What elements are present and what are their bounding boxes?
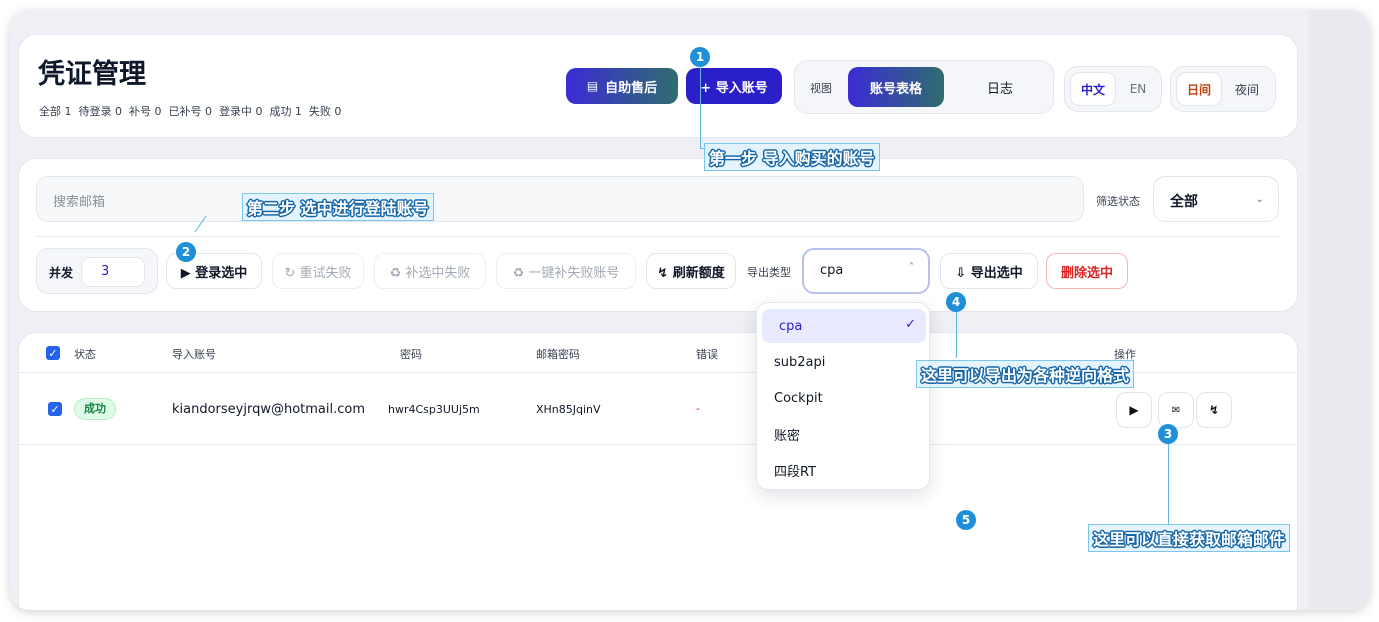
table-row-divider xyxy=(18,444,1298,445)
callout-2: 2 xyxy=(176,242,196,262)
option-sub2api[interactable]: sub2api xyxy=(757,345,929,379)
connector-line xyxy=(956,312,957,358)
chevron-up-icon: ˄ xyxy=(909,262,914,273)
check-icon: ✓ xyxy=(905,317,916,332)
export-type-label: 导出类型 xyxy=(747,266,791,279)
refresh-quota-button[interactable]: ↯ 刷新额度 xyxy=(646,253,736,289)
search-input[interactable]: 搜索邮箱 xyxy=(36,176,1084,222)
refill-selected-failed-button[interactable]: ♻ 补选中失败 xyxy=(374,253,486,289)
annotation-note3: 这里可以直接获取邮箱邮件 xyxy=(1088,524,1291,552)
callout-4: 4 xyxy=(946,292,966,312)
refresh-quota-icon[interactable]: ↯ xyxy=(1196,392,1232,428)
export-type-value: cpa xyxy=(820,263,844,278)
self-service-label: 自助售后 xyxy=(605,80,658,96)
select-all-checkbox[interactable]: ✓ xyxy=(46,346,60,360)
theme-night-button[interactable]: 夜间 xyxy=(1224,72,1270,106)
export-type-select[interactable]: cpa ˄ xyxy=(802,248,930,294)
view-label: 视图 xyxy=(810,82,832,95)
concurrency-value: 3 xyxy=(101,264,110,279)
row-account: kiandorseyjrqw@hotmail.com xyxy=(172,402,366,417)
theme-day-button[interactable]: 日间 xyxy=(1176,72,1222,106)
chevron-down-icon: ⌄ xyxy=(1255,194,1264,205)
callout-3: 3 xyxy=(1158,424,1178,444)
refill-all-failed-button[interactable]: ♻ 一键补失败账号 xyxy=(496,253,636,289)
scroll-area xyxy=(1308,10,1370,610)
col-mail-password: 邮箱密码 xyxy=(536,348,580,361)
play-icon[interactable]: ▶ xyxy=(1116,392,1152,428)
export-type-dropdown: cpa ✓ sub2api Cockpit 账密 四段RT xyxy=(756,302,930,490)
concurrency-label: 并发 xyxy=(49,266,74,280)
callout-1: 1 xyxy=(690,47,710,67)
filter-status-select[interactable]: 全部 ⌄ xyxy=(1153,176,1279,222)
option-four-segment-rt[interactable]: 四段RT xyxy=(757,453,929,487)
connector-line xyxy=(1168,444,1169,526)
export-selected-button[interactable]: ⇩ 导出选中 xyxy=(940,253,1038,289)
row-checkbox[interactable]: ✓ xyxy=(48,402,62,416)
retry-failed-button[interactable]: ↻ 重试失败 xyxy=(272,253,364,289)
app-window: 凭证管理 全部 1 待登录 0 补号 0 已补号 0 登录中 0 成功 1 失败… xyxy=(10,10,1370,610)
annotation-note4: 这里可以导出为各种逆向格式 xyxy=(916,360,1135,388)
filter-status-value: 全部 xyxy=(1170,194,1198,210)
filter-status-label: 筛选状态 xyxy=(1096,195,1140,208)
lang-en-button[interactable]: EN xyxy=(1118,72,1158,106)
callout-5: 5 xyxy=(956,510,976,530)
col-account: 导入账号 xyxy=(172,348,216,361)
row-mail-password: XHn85JqinV xyxy=(536,403,601,416)
option-cpa-label: cpa xyxy=(779,318,803,334)
row-password: hwr4Csp3UUj5m xyxy=(388,403,480,416)
col-error: 错误 xyxy=(696,348,718,361)
connector-line xyxy=(700,64,701,148)
option-cockpit[interactable]: Cockpit xyxy=(757,381,929,415)
delete-selected-button[interactable]: 删除选中 xyxy=(1046,253,1128,289)
status-badge: 成功 xyxy=(74,398,116,420)
lang-zh-button[interactable]: 中文 xyxy=(1070,72,1116,106)
col-status: 状态 xyxy=(74,348,96,361)
self-service-button[interactable]: ▤ 自助售后 xyxy=(566,68,678,104)
receipt-icon: ▤ xyxy=(586,79,599,93)
option-cpa[interactable]: cpa ✓ xyxy=(762,309,926,343)
mail-icon[interactable]: ✉ xyxy=(1158,392,1194,428)
option-account-password[interactable]: 账密 xyxy=(757,417,929,451)
toolbar-divider xyxy=(36,236,1280,237)
tab-log[interactable]: 日志 xyxy=(960,67,1040,107)
concurrency-group: 并发 3 xyxy=(36,248,158,294)
search-placeholder: 搜索邮箱 xyxy=(53,195,106,210)
page-title: 凭证管理 xyxy=(38,59,146,90)
annotation-step2: 第二步 选中进行登陆账号 xyxy=(242,193,434,221)
row-error: - xyxy=(696,402,700,415)
concurrency-input[interactable]: 3 xyxy=(81,257,145,287)
annotation-step1: 第一步 导入购买的账号 xyxy=(704,143,880,171)
status-summary: 全部 1 待登录 0 补号 0 已补号 0 登录中 0 成功 1 失败 0 xyxy=(39,105,342,118)
col-password: 密码 xyxy=(400,348,422,361)
tab-account-table[interactable]: 账号表格 xyxy=(848,67,944,107)
